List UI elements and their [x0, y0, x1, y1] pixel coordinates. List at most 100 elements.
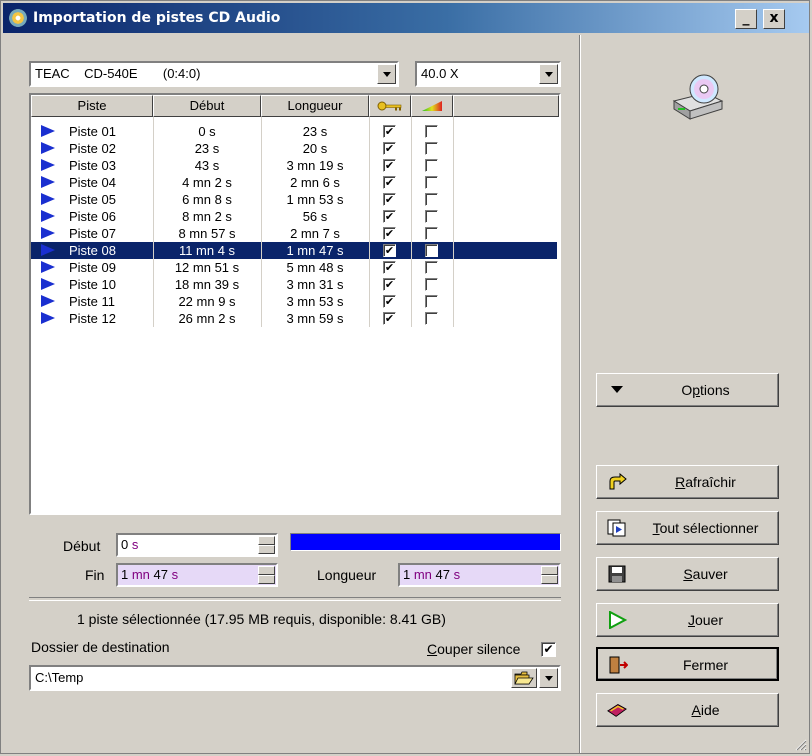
track-import-checkbox[interactable]: ✔	[383, 210, 396, 223]
longueur-spin-buttons[interactable]	[541, 566, 558, 584]
spin-down-icon[interactable]	[258, 545, 275, 554]
track-length: 2 mn 6 s	[290, 175, 340, 190]
select-all-button[interactable]: Tout sélectionner	[596, 511, 779, 545]
track-length: 1 mn 47 s	[286, 243, 344, 258]
track-list[interactable]: Piste Début Longueur Piste 01 0 s 23 s ✔ Pis…	[29, 93, 561, 515]
column-divider	[261, 117, 262, 327]
column-header-debut[interactable]: Début	[153, 95, 261, 117]
track-import-checkbox[interactable]: ✔	[383, 312, 396, 325]
browse-folder-button[interactable]	[511, 668, 537, 688]
selection-status: 1 piste sélectionnée (17.95 MB requis, d…	[77, 611, 446, 627]
refresh-button[interactable]: Rafraîchir	[596, 465, 779, 499]
cd-drive-icon	[672, 74, 724, 120]
table-row[interactable]: Piste 08 11 mn 4 s 1 mn 47 s ✔	[31, 242, 557, 259]
minimize-button[interactable]: _	[735, 9, 757, 29]
drive-select[interactable]: TEAC CD-540E (0:4:0)	[29, 61, 399, 87]
track-level-checkbox[interactable]	[425, 295, 438, 308]
track-import-checkbox[interactable]: ✔	[383, 193, 396, 206]
track-import-checkbox[interactable]: ✔	[383, 159, 396, 172]
spin-down-icon[interactable]	[258, 575, 275, 584]
close-window-button[interactable]: x	[763, 9, 785, 29]
close-label: Fermer	[682, 657, 729, 673]
destination-label: Dossier de destination	[31, 639, 170, 655]
track-level-checkbox[interactable]	[425, 278, 438, 291]
close-button[interactable]: Fermer	[596, 647, 779, 681]
track-name: Piste 03	[69, 158, 116, 173]
debut-spin-buttons[interactable]	[258, 536, 275, 554]
table-row[interactable]: Piste 03 43 s 3 mn 19 s ✔	[31, 157, 557, 174]
window-title: Importation de pistes CD Audio	[33, 10, 281, 26]
longueur-spinner[interactable]: 1 mn 47 s	[398, 563, 561, 587]
track-level-checkbox[interactable]	[425, 244, 438, 257]
audio-track-icon	[41, 193, 55, 205]
track-level-checkbox[interactable]	[425, 159, 438, 172]
close-glyph: x	[769, 10, 779, 26]
silence-label[interactable]: Couper silence	[427, 641, 520, 657]
debut-spinner[interactable]: 0 s	[116, 533, 278, 557]
help-button[interactable]: Aide	[596, 693, 779, 727]
speed-select[interactable]: 40.0 X	[415, 61, 561, 87]
track-length: 3 mn 19 s	[286, 158, 344, 173]
spin-up-icon[interactable]	[258, 566, 275, 575]
drive-dropdown-arrow[interactable]	[377, 64, 396, 84]
speed-dropdown-arrow[interactable]	[539, 64, 558, 84]
track-level-checkbox[interactable]	[425, 142, 438, 155]
silence-checkbox[interactable]: ✔	[541, 642, 556, 657]
track-name: Piste 07	[69, 226, 116, 241]
column-header-key[interactable]	[369, 95, 411, 117]
track-name: Piste 06	[69, 209, 116, 224]
track-length: 23 s	[302, 124, 328, 139]
speed-select-value: 40.0 X	[421, 66, 459, 81]
fin-spin-buttons[interactable]	[258, 566, 275, 584]
table-row[interactable]: Piste 12 26 mn 2 s 3 mn 59 s ✔	[31, 310, 557, 327]
resize-grip-icon[interactable]	[793, 737, 807, 751]
track-import-checkbox[interactable]: ✔	[383, 142, 396, 155]
track-import-checkbox[interactable]: ✔	[383, 125, 396, 138]
save-button[interactable]: Sauver	[596, 557, 779, 591]
help-book-icon	[607, 704, 627, 717]
table-row[interactable]: Piste 04 4 mn 2 s 2 mn 6 s ✔	[31, 174, 557, 191]
track-level-checkbox[interactable]	[425, 193, 438, 206]
column-divider	[153, 117, 154, 327]
spin-up-icon[interactable]	[541, 566, 558, 575]
table-row[interactable]: Piste 02 23 s 20 s ✔	[31, 140, 557, 157]
spin-up-icon[interactable]	[258, 536, 275, 545]
table-row[interactable]: Piste 11 22 mn 9 s 3 mn 53 s ✔	[31, 293, 557, 310]
track-level-checkbox[interactable]	[425, 210, 438, 223]
table-row[interactable]: Piste 06 8 mn 2 s 56 s ✔	[31, 208, 557, 225]
column-header-piste[interactable]: Piste	[31, 95, 153, 117]
table-row[interactable]: Piste 10 18 mn 39 s 3 mn 31 s ✔	[31, 276, 557, 293]
track-import-checkbox[interactable]: ✔	[383, 227, 396, 240]
track-name: Piste 11	[69, 294, 116, 309]
fin-spinner[interactable]: 1 mn 47 s	[116, 563, 278, 587]
table-row[interactable]: Piste 09 12 mn 51 s 5 mn 48 s ✔	[31, 259, 557, 276]
title-bar[interactable]: Importation de pistes CD Audio _ x	[3, 3, 809, 33]
track-import-checkbox[interactable]: ✔	[383, 261, 396, 274]
destination-select[interactable]: C:\Temp	[29, 665, 561, 691]
track-import-checkbox[interactable]: ✔	[383, 176, 396, 189]
column-divider	[411, 117, 412, 327]
track-import-checkbox[interactable]: ✔	[383, 295, 396, 308]
column-header-longueur[interactable]: Longueur	[261, 95, 369, 117]
table-row[interactable]: Piste 01 0 s 23 s ✔	[31, 123, 557, 140]
track-level-checkbox[interactable]	[425, 227, 438, 240]
track-name: Piste 12	[69, 311, 116, 326]
destination-dropdown-arrow[interactable]	[539, 668, 558, 688]
track-level-checkbox[interactable]	[425, 176, 438, 189]
track-import-checkbox[interactable]: ✔	[383, 278, 396, 291]
track-import-checkbox[interactable]: ✔	[383, 244, 396, 257]
options-button[interactable]: Options	[596, 373, 779, 407]
track-level-checkbox[interactable]	[425, 125, 438, 138]
chevron-down-icon	[545, 72, 553, 77]
column-header-level[interactable]	[411, 95, 453, 117]
track-name: Piste 09	[69, 260, 116, 275]
longueur-value: 1 mn 47 s	[403, 567, 461, 582]
spin-down-icon[interactable]	[541, 575, 558, 584]
track-start: 23 s	[194, 141, 220, 156]
cd-app-icon	[9, 9, 27, 27]
track-level-checkbox[interactable]	[425, 261, 438, 274]
track-level-checkbox[interactable]	[425, 312, 438, 325]
table-row[interactable]: Piste 07 8 mn 57 s 2 mn 7 s ✔	[31, 225, 557, 242]
table-row[interactable]: Piste 05 6 mn 8 s 1 mn 53 s ✔	[31, 191, 557, 208]
play-button[interactable]: Jouer	[596, 603, 779, 637]
